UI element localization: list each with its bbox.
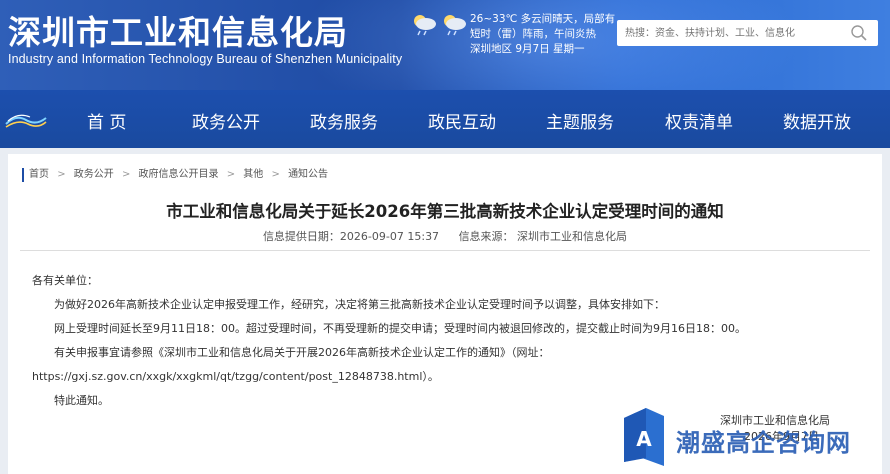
salutation: 各有关单位： — [32, 274, 98, 287]
nav-item-public-interaction[interactable]: 政民互动 — [428, 108, 496, 133]
breadcrumb-other[interactable]: 其他 — [243, 169, 263, 180]
closing-line: 特此通知。 — [54, 394, 109, 407]
cloudy-rain-icon-2 — [444, 15, 466, 36]
weather-info: 26~33℃ 多云间晴天，局部有 短时（雷）阵雨，午间炎热 深圳地区 9月7日 … — [470, 12, 620, 57]
reference-url[interactable]: https://gxj.sz.gov.cn/xxgk/xxgkml/qt/tzg… — [32, 368, 439, 384]
site-subtitle: Industry and Information Technology Bure… — [8, 52, 403, 66]
paragraph-2: 网上受理时间延长至9月11日18：00。超过受理时间，不再受理新的提交申请；受理… — [54, 322, 746, 335]
title-divider — [20, 250, 870, 251]
search-box — [617, 20, 878, 46]
nav-item-government-services[interactable]: 政务服务 — [310, 108, 378, 133]
breadcrumb-home[interactable]: 首页 — [29, 169, 49, 180]
nav-item-responsibility-list[interactable]: 权责清单 — [665, 108, 733, 133]
nav-item-home[interactable]: 首 页 — [87, 108, 126, 133]
breadcrumb-separator: > — [121, 169, 131, 180]
paragraph-3: 有关申报事宜请参照《深圳市工业和信息化局关于开展2026年高新技术企业认定工作的… — [54, 346, 550, 359]
weather-line-2: 短时（雷）阵雨，午间炎热 — [470, 28, 596, 40]
svg-text:A: A — [636, 427, 652, 451]
site-header: 深圳市工业和信息化局 Industry and Information Tech… — [0, 0, 890, 90]
breadcrumb-government-affairs[interactable]: 政务公开 — [74, 169, 114, 180]
article-title: 市工业和信息化局关于延长2026年第三批高新技术企业认定受理时间的通知 — [166, 202, 724, 221]
watermark-text: 潮盛高企咨询网 — [676, 428, 851, 457]
site-title: 深圳市工业和信息化局 — [8, 13, 348, 52]
breadcrumb-separator: > — [226, 169, 236, 180]
nav-item-themed-services[interactable]: 主题服务 — [546, 108, 614, 133]
cloudy-rain-icon — [414, 15, 436, 36]
breadcrumb-separator: > — [57, 169, 66, 180]
watermark-logo-icon: A — [624, 408, 664, 466]
article-source: 信息来源： 深圳市工业和信息化局 — [458, 230, 628, 243]
nav-item-open-data[interactable]: 数据开放 — [783, 108, 851, 133]
article-meta: 信息提供日期：2026-09-07 15:37 信息来源： 深圳市工业和信息化局 — [8, 228, 882, 244]
site-logo-icon[interactable] — [4, 110, 48, 130]
breadcrumb-separator: > — [271, 169, 280, 180]
weather-line-1: 26~33℃ 多云间晴天，局部有 — [470, 13, 616, 25]
search-icon[interactable] — [850, 24, 868, 42]
paragraph-1: 为做好2026年高新技术企业认定申报受理工作，经研究，决定将第三批高新技术企业认… — [54, 298, 665, 311]
breadcrumb-notices[interactable]: 通知公告 — [288, 169, 328, 180]
breadcrumb-info-directory[interactable]: 政府信息公开目录 — [139, 169, 219, 180]
nav-item-government-affairs[interactable]: 政务公开 — [192, 108, 260, 133]
search-input[interactable] — [625, 25, 845, 41]
breadcrumb: 首页 > 政务公开 > 政府信息公开目录 > 其他 > 通知公告 — [22, 168, 328, 182]
main-nav: 首 页 政务公开 政务服务 政民互动 主题服务 权责清单 数据开放 — [0, 90, 890, 148]
article-date: 信息提供日期：2026-09-07 15:37 — [262, 230, 440, 243]
weather-line-3: 深圳地区 9月7日 星期一 — [470, 43, 585, 55]
